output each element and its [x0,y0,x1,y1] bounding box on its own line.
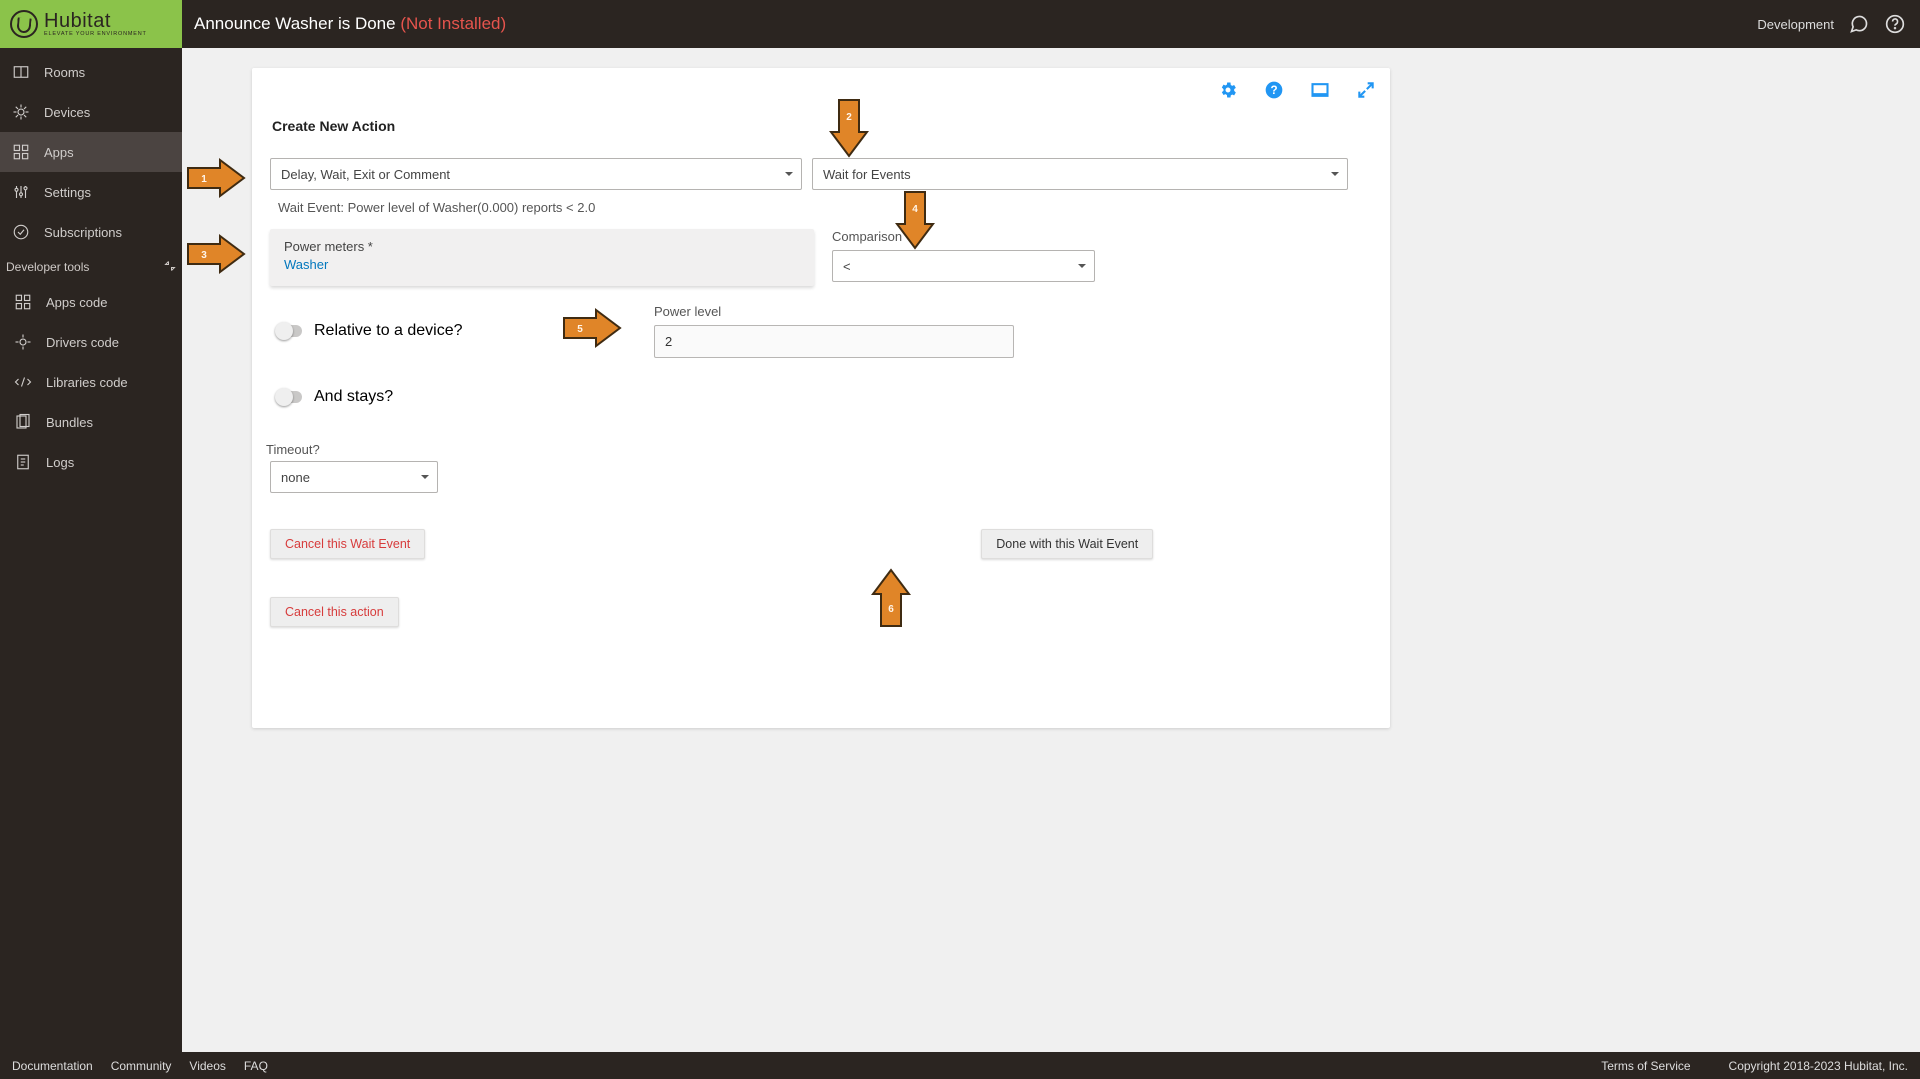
page-title: Announce Washer is Done (Not Installed) [182,14,506,34]
svg-text:1: 1 [201,174,207,185]
sidebar-item-logs[interactable]: Logs [0,442,182,482]
brand-logo[interactable]: Hubitat ELEVATE YOUR ENVIRONMENT [0,0,182,48]
svg-text:?: ? [1270,84,1277,97]
sidebar-item-label: Bundles [46,415,170,430]
sidebar-item-label: Apps [44,145,170,160]
help-icon[interactable] [1884,13,1906,35]
timeout-select[interactable]: none [270,461,438,493]
footer-copyright: Copyright 2018-2023 Hubitat, Inc. [1729,1059,1908,1073]
rooms-icon [12,63,30,81]
cancel-wait-button[interactable]: Cancel this Wait Event [270,529,425,559]
sidebar-item-rooms[interactable]: Rooms [0,52,182,92]
sidebar-item-devices[interactable]: Devices [0,92,182,132]
drivers-code-icon [14,333,32,351]
action-card: ? Create New Action Delay, Wait, Exit or… [252,68,1390,728]
sidebar-item-label: Apps code [46,295,170,310]
gear-icon[interactable] [1218,80,1238,105]
relative-to-device-label: Relative to a device? [314,322,463,340]
expand-icon[interactable] [1356,80,1376,105]
devices-icon [12,103,30,121]
subscriptions-icon [12,223,30,241]
bundles-icon [14,413,32,431]
sidebar-item-label: Rooms [44,65,170,80]
page-title-text: Announce Washer is Done [194,14,396,33]
action-category-select[interactable]: Delay, Wait, Exit or Comment [270,158,802,190]
and-stays-toggle[interactable] [276,391,302,403]
relative-to-device-toggle[interactable] [276,325,302,337]
footer-link-tos[interactable]: Terms of Service [1601,1059,1690,1073]
action-sub-select[interactable]: Wait for Events [812,158,1348,190]
apps-icon [12,143,30,161]
section-heading: Create New Action [272,118,1372,134]
sidebar-item-libraries-code[interactable]: Libraries code [0,362,182,402]
apps-code-icon [14,293,32,311]
annotation-arrow-3: 3 [186,232,246,276]
logs-icon [14,453,32,471]
done-wait-button[interactable]: Done with this Wait Event [981,529,1153,559]
top-bar: Hubitat ELEVATE YOUR ENVIRONMENT Announc… [0,0,1920,48]
libraries-code-icon [14,373,32,391]
collapse-icon [164,260,176,275]
power-level-label: Power level [654,304,1014,319]
comparison-select[interactable]: < [832,250,1095,282]
content-area: ? Create New Action Delay, Wait, Exit or… [182,48,1920,1052]
sidebar-item-subscriptions[interactable]: Subscriptions [0,212,182,252]
sidebar-item-label: Devices [44,105,170,120]
sidebar: Rooms Devices Apps Settings Subscription… [0,48,182,1052]
help-circle-icon[interactable]: ? [1264,80,1284,105]
install-status: (Not Installed) [400,14,506,33]
chat-icon[interactable] [1848,13,1870,35]
footer-bar: Documentation Community Videos FAQ Terms… [0,1052,1920,1079]
sidebar-item-settings[interactable]: Settings [0,172,182,212]
wait-event-summary: Wait Event: Power level of Washer(0.000)… [278,200,1372,215]
sidebar-item-bundles[interactable]: Bundles [0,402,182,442]
footer-link-documentation[interactable]: Documentation [12,1059,93,1073]
footer-link-videos[interactable]: Videos [189,1059,225,1073]
sidebar-item-drivers-code[interactable]: Drivers code [0,322,182,362]
cancel-action-button[interactable]: Cancel this action [270,597,399,627]
card-toolbar: ? [1218,80,1376,105]
window-icon[interactable] [1310,80,1330,105]
sidebar-item-label: Settings [44,185,170,200]
brand-name: Hubitat [44,11,147,31]
sidebar-item-label: Logs [46,455,170,470]
sidebar-item-apps-code[interactable]: Apps code [0,282,182,322]
footer-link-faq[interactable]: FAQ [244,1059,268,1073]
power-meters-label: Power meters * [284,239,800,254]
settings-icon [12,183,30,201]
top-right: Development [1757,13,1920,35]
sidebar-item-label: Libraries code [46,375,170,390]
sidebar-item-label: Drivers code [46,335,170,350]
sidebar-item-label: Subscriptions [44,225,170,240]
brand-logo-icon [10,10,38,38]
sidebar-item-apps[interactable]: Apps [0,132,182,172]
comparison-label: Comparison * [832,229,1095,244]
power-meters-panel[interactable]: Power meters * Washer [270,229,814,286]
power-meters-value: Washer [284,257,328,272]
annotation-arrow-1: 1 [186,156,246,200]
power-level-input[interactable] [654,325,1014,358]
brand-tagline: ELEVATE YOUR ENVIRONMENT [44,31,147,37]
svg-text:3: 3 [201,250,207,261]
dev-tools-header[interactable]: Developer tools [0,252,182,282]
footer-link-community[interactable]: Community [111,1059,172,1073]
timeout-label: Timeout? [266,442,1372,457]
env-label: Development [1757,17,1834,32]
and-stays-label: And stays? [314,388,393,406]
